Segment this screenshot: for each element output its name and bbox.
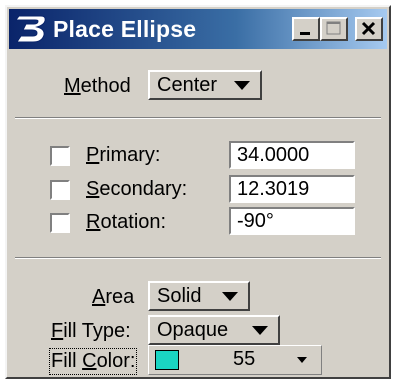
fill-type-dropdown[interactable]: Opaque bbox=[148, 315, 280, 345]
minimize-button[interactable] bbox=[292, 17, 320, 41]
fill-type-label: Fill Type: bbox=[51, 320, 131, 342]
primary-checkbox[interactable] bbox=[50, 146, 70, 166]
bentley-b-icon bbox=[15, 15, 46, 43]
close-button[interactable] bbox=[355, 17, 383, 41]
method-value: Center bbox=[157, 74, 218, 96]
primary-label: Primary: bbox=[86, 144, 161, 166]
secondary-checkbox[interactable] bbox=[50, 180, 70, 200]
fill-color-picker[interactable]: 55 bbox=[148, 345, 322, 375]
area-label: Area bbox=[92, 286, 135, 308]
rotation-checkbox[interactable] bbox=[50, 213, 70, 233]
fill-color-value: 55 bbox=[233, 348, 256, 370]
close-icon bbox=[361, 21, 376, 36]
method-label-text: ethod bbox=[80, 75, 131, 97]
maximize-button[interactable] bbox=[320, 17, 348, 41]
title-bar[interactable]: Place Ellipse bbox=[9, 9, 387, 49]
method-dropdown[interactable]: Center bbox=[148, 70, 262, 100]
chevron-down-icon bbox=[252, 326, 268, 335]
separator bbox=[15, 257, 381, 259]
place-ellipse-dialog: Place Ellipse Method Center Primary: Sec… bbox=[5, 5, 391, 379]
chevron-down-icon bbox=[234, 81, 250, 90]
rotation-label: Rotation: bbox=[86, 211, 167, 233]
maximize-icon bbox=[326, 21, 341, 35]
secondary-input[interactable] bbox=[229, 175, 355, 203]
fill-color-label: Fill Color: bbox=[48, 348, 138, 375]
primary-input[interactable] bbox=[229, 141, 355, 169]
secondary-label: Secondary: bbox=[86, 178, 188, 200]
method-label: Method bbox=[64, 75, 131, 97]
area-value: Solid bbox=[157, 285, 202, 307]
area-dropdown[interactable]: Solid bbox=[148, 281, 250, 311]
minimize-icon bbox=[300, 32, 310, 35]
color-swatch bbox=[155, 350, 179, 370]
separator bbox=[15, 117, 381, 119]
rotation-input[interactable] bbox=[229, 207, 355, 235]
fill-type-value: Opaque bbox=[157, 319, 229, 341]
chevron-down-icon bbox=[222, 292, 238, 301]
chevron-down-icon bbox=[297, 357, 307, 363]
window-title: Place Ellipse bbox=[53, 16, 197, 42]
